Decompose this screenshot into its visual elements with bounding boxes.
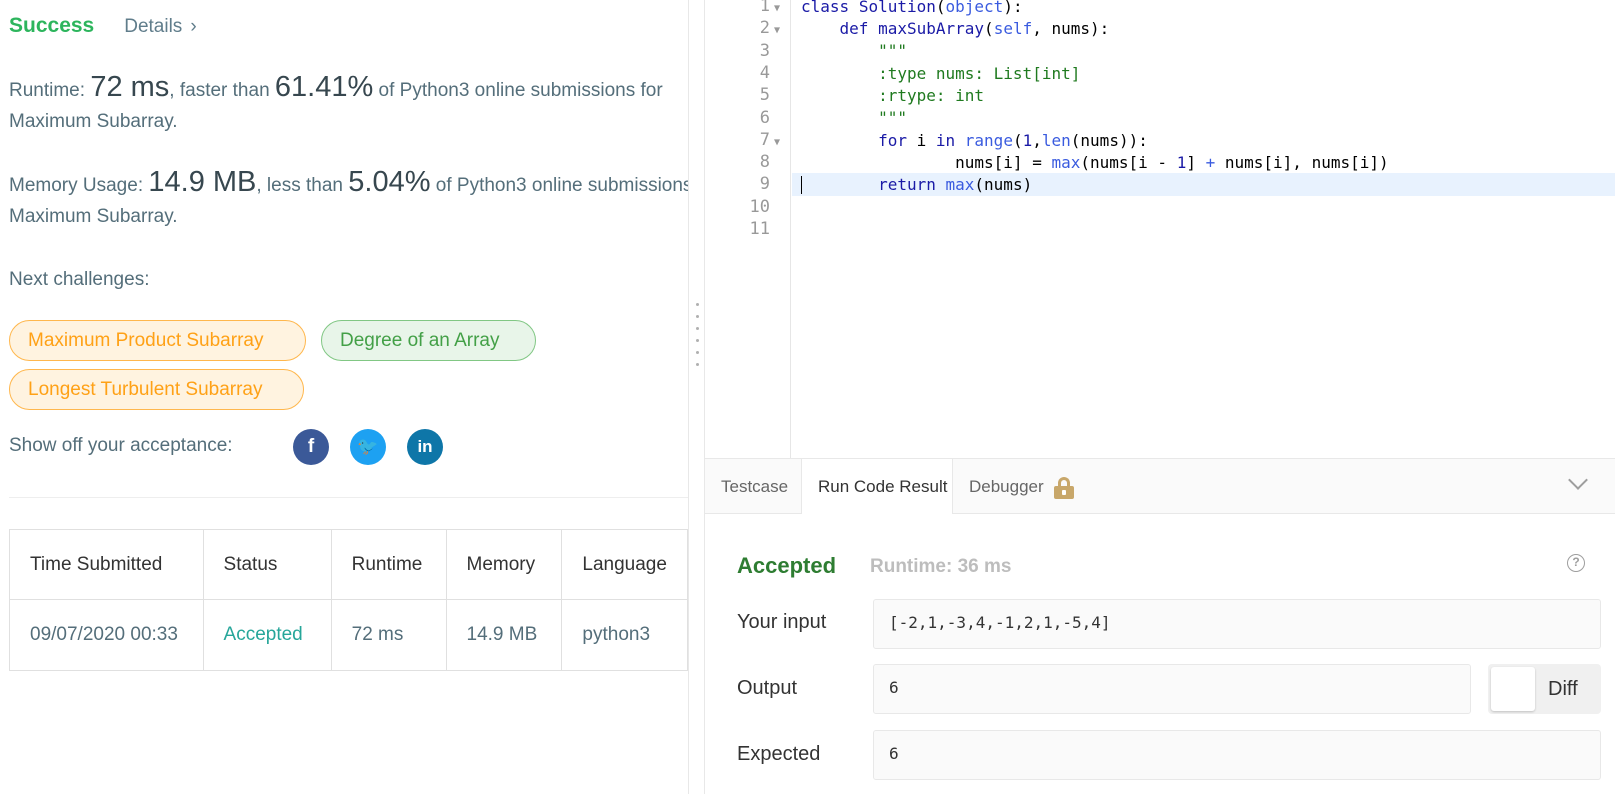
code-editor[interactable]: 1▼ 2▼3▼4▼5▼6▼7▼8▼9▼10▼11▼ class Solution(… [705, 0, 1615, 458]
fold-arrow-icon[interactable]: ▼ [774, 25, 780, 36]
submissions-table: Time Submitted Status Runtime Memory Lan… [9, 529, 688, 671]
tab-run-code-result[interactable]: Run Code Result [801, 459, 953, 515]
diff-label: Diff [1548, 678, 1578, 700]
line-number: 11▼ [749, 219, 770, 239]
expected-label: Expected [737, 743, 821, 765]
result-runtime: Runtime: 36 ms [870, 556, 1012, 577]
challenge-chip[interactable]: Longest Turbulent Subarray [9, 369, 304, 410]
code-line[interactable]: """ [792, 39, 1615, 62]
memory-stat: Memory Usage: 14.9 MB, less than 5.04% o… [9, 166, 688, 228]
input-value: [-2,1,-3,4,-1,2,1,-5,4] [873, 599, 1601, 649]
line-number: 9▼ [759, 174, 770, 195]
code-area[interactable]: class Solution(object): def maxSubArray(… [792, 0, 1615, 458]
memory-value: 14.9 MB [148, 166, 257, 198]
column-header: Time Submitted [9, 529, 204, 600]
code-line[interactable]: for i in range(1,len(nums)): [792, 129, 1615, 152]
text-cursor [801, 176, 802, 194]
runtime-value: 72 ms [90, 71, 170, 103]
submission-detail-pane: Success Details › Runtime: 72 ms, faster… [0, 0, 688, 794]
lock-icon [1054, 476, 1075, 499]
table-header-row: Time Submitted Status Runtime Memory Lan… [9, 529, 688, 600]
code-line[interactable] [792, 196, 1615, 219]
output-label: Output [737, 677, 798, 699]
code-line-active[interactable]: return max(nums) [792, 173, 1615, 196]
line-number: 1 ▼ [759, 0, 780, 16]
splitter-grip [696, 303, 699, 306]
splitter-grip [696, 315, 699, 318]
memory-percent: 5.04% [348, 166, 431, 198]
chevron-right-icon[interactable]: › [190, 16, 196, 38]
runtime-stat: Runtime: 72 ms, faster than 61.41% of Py… [9, 71, 663, 133]
challenge-chip[interactable]: Maximum Product Subarray [9, 320, 306, 361]
input-label: Your input [737, 611, 827, 633]
code-line[interactable]: :type nums: List[int] [792, 62, 1615, 85]
code-line[interactable]: :rtype: int [792, 84, 1615, 107]
splitter-grip [696, 351, 699, 354]
pane-splitter[interactable] [688, 0, 705, 794]
line-number: 10▼ [749, 196, 770, 217]
cell-runtime: 72 ms [330, 599, 447, 671]
column-header: Memory [445, 529, 563, 600]
line-number: 7 ▼ [759, 129, 780, 150]
tab-debugger-label: Debugger [969, 477, 1044, 496]
line-number: 5▼ [759, 85, 770, 106]
fold-arrow-icon[interactable]: ▼ [774, 137, 780, 148]
share-label: Show off your acceptance: [9, 435, 233, 456]
details-link[interactable]: Details [124, 16, 182, 38]
challenge-chip[interactable]: Degree of an Array [321, 320, 536, 361]
code-line[interactable] [792, 218, 1615, 241]
output-value: 6 [873, 664, 1471, 714]
facebook-icon[interactable]: f [293, 429, 329, 465]
tab-testcase[interactable]: Testcase [705, 459, 804, 514]
console-tabbar: Testcase Run Code Result Debugger [705, 458, 1615, 515]
column-header: Runtime [330, 529, 447, 600]
cell-status-link[interactable]: Accepted [202, 599, 332, 671]
line-gutter: 1▼ 2▼3▼4▼5▼6▼7▼8▼9▼10▼11▼ [705, 0, 791, 458]
result-header: Success Details › [9, 14, 197, 38]
code-line[interactable]: def maxSubArray(self, nums): [792, 17, 1615, 40]
result-accepted: Accepted [737, 553, 837, 578]
code-line[interactable]: nums[i] = max(nums[i - 1] + nums[i], num… [792, 151, 1615, 174]
splitter-grip [696, 339, 699, 342]
runtime-percent: 61.41% [274, 71, 374, 103]
cell-language: python3 [561, 599, 688, 671]
column-header: Status [202, 529, 332, 600]
code-line[interactable]: class Solution(object): [792, 0, 1615, 18]
cell-time: 09/07/2020 00:33 [9, 599, 204, 671]
twitter-icon[interactable]: 🐦 [350, 429, 386, 465]
help-icon[interactable]: ? [1567, 554, 1585, 572]
run-result-panel: Accepted Runtime: 36 ms ? Your input [-2… [705, 514, 1615, 794]
line-number: 3▼ [759, 40, 770, 61]
line-number: 6▼ [759, 107, 770, 128]
table-row[interactable]: 09/07/2020 00:33 Accepted 72 ms 14.9 MB … [9, 599, 688, 671]
result-status: Success [9, 14, 95, 37]
tab-debugger[interactable]: Debugger [953, 459, 1090, 514]
next-challenges-label: Next challenges: [9, 269, 150, 290]
line-number: 2 ▼ [759, 18, 780, 39]
fold-arrow-icon[interactable]: ▼ [774, 3, 780, 14]
diff-toggle[interactable]: Diff [1488, 664, 1601, 714]
splitter-grip [696, 363, 699, 366]
splitter-grip [696, 327, 699, 330]
code-line[interactable]: """ [792, 106, 1615, 129]
line-number: 8▼ [759, 152, 770, 173]
toggle-knob [1491, 667, 1535, 711]
linkedin-icon[interactable]: in [407, 429, 443, 465]
line-number: 4▼ [759, 62, 770, 83]
expected-value: 6 [873, 730, 1601, 780]
chevron-down-icon[interactable] [1568, 470, 1588, 490]
cell-memory: 14.9 MB [445, 599, 563, 671]
column-header: Language [561, 529, 688, 600]
divider [9, 497, 688, 498]
